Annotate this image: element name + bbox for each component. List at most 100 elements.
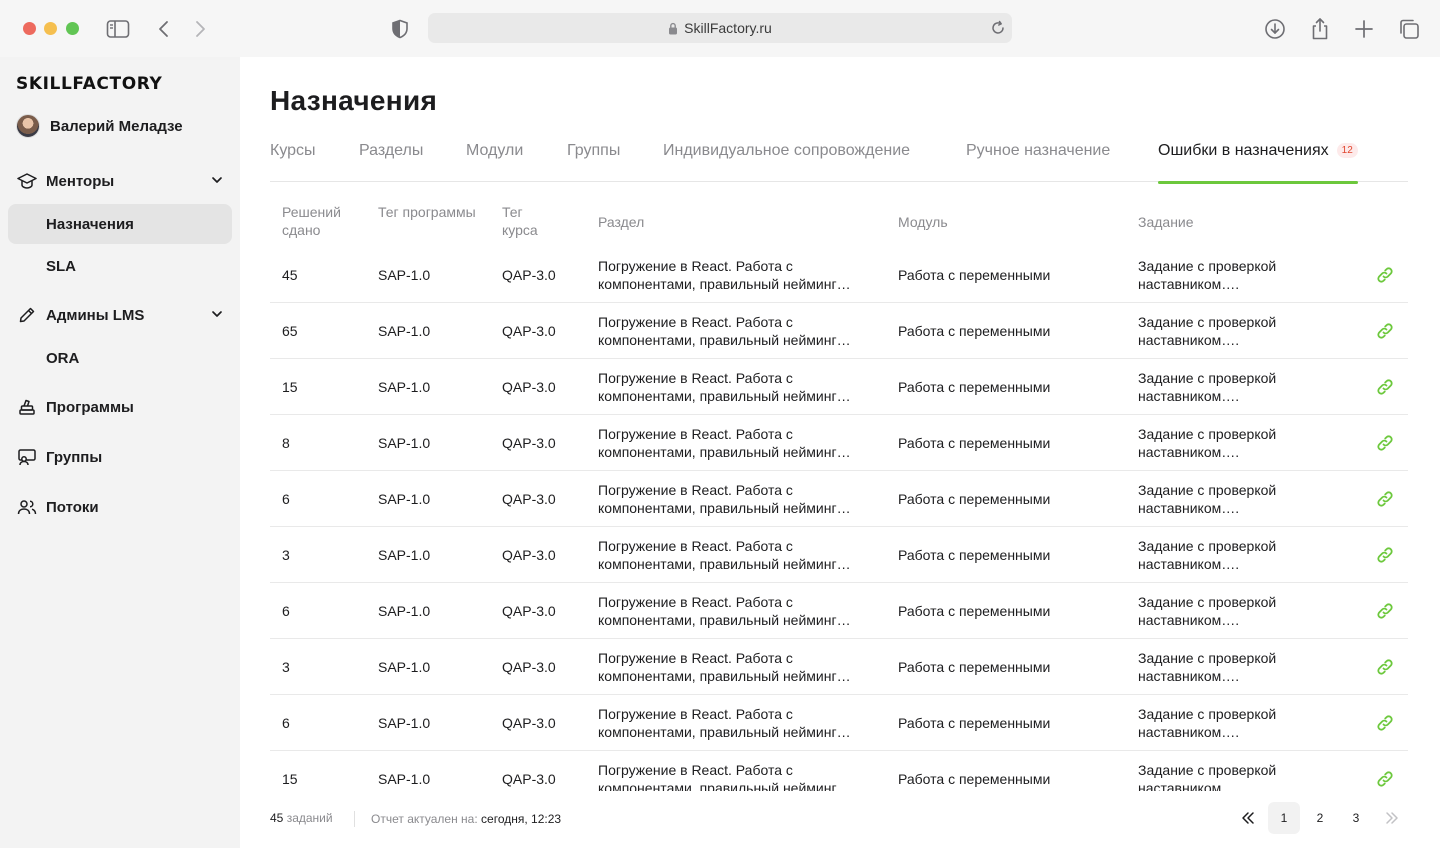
cell-section-text: Погружение в React. Работа с компонентам…: [598, 482, 851, 516]
cell-task: Задание с проверкой наставником….: [1138, 471, 1338, 527]
tab-bar: Курсы Разделы Модули Группы Индивидуальн…: [270, 132, 1408, 184]
sidebar-item-sla[interactable]: SLA: [8, 246, 232, 286]
tab-groups[interactable]: Группы: [567, 142, 620, 182]
cell-module-text: Работа с переменными: [898, 267, 1051, 283]
first-page-icon[interactable]: [1232, 802, 1264, 834]
table-body: 45 SAP-1.0 QAP-3.0 Погружение в React. Рабо…: [270, 247, 1408, 791]
link-icon[interactable]: [1374, 768, 1396, 790]
avatar: [16, 114, 40, 138]
link-icon[interactable]: [1374, 712, 1396, 734]
table-row[interactable]: 6 SAP-1.0 QAP-3.0 Погружение в React. Работ…: [270, 583, 1408, 639]
cell-section: Погружение в React. Работа с компонентам…: [598, 415, 880, 471]
tab-individual-support[interactable]: Индивидуальное сопровождение: [663, 142, 910, 182]
chevron-left-icon[interactable]: [151, 16, 177, 42]
reload-icon[interactable]: [990, 20, 1006, 36]
table-row[interactable]: 6 SAP-1.0 QAP-3.0 Погружение в React. Работ…: [270, 695, 1408, 751]
sidebar-icon[interactable]: [105, 16, 131, 42]
cell-course-tag: QAP-3.0: [502, 359, 582, 415]
sidebar-item-ora[interactable]: ORA: [8, 338, 232, 378]
address-bar[interactable]: SkillFactory.ru: [428, 13, 1012, 43]
download-icon[interactable]: [1262, 16, 1288, 42]
cell-module-text: Работа с переменными: [898, 771, 1051, 787]
logo[interactable]: SKILLFACTORY: [16, 74, 162, 94]
tab-manual-assignment[interactable]: Ручное назначение: [966, 142, 1110, 182]
column-header-module[interactable]: Модуль: [898, 213, 948, 231]
cell-program-tag-text: SAP-1.0: [378, 715, 431, 731]
cell-solved: 8: [282, 415, 362, 471]
sidebar-item-label: Группы: [46, 448, 103, 466]
cell-program-tag: SAP-1.0: [378, 639, 488, 695]
sidebar-item-streams[interactable]: Потоки: [8, 487, 232, 527]
table-row[interactable]: 6 SAP-1.0 QAP-3.0 Погружение в React. Работ…: [270, 471, 1408, 527]
cell-solved-text: 15: [282, 379, 298, 395]
cell-task: Задание с проверкой наставником….: [1138, 695, 1338, 751]
cell-module-text: Работа с переменными: [898, 379, 1051, 395]
window-close-button[interactable]: [23, 22, 36, 35]
window-minimize-button[interactable]: [44, 22, 57, 35]
cell-solved: 6: [282, 471, 362, 527]
last-page-icon[interactable]: [1376, 802, 1408, 834]
table-row[interactable]: 15 SAP-1.0 QAP-3.0 Погружение в React. Рабо…: [270, 751, 1408, 791]
table-row[interactable]: 3 SAP-1.0 QAP-3.0 Погружение в React. Работ…: [270, 527, 1408, 583]
table-row[interactable]: 8 SAP-1.0 QAP-3.0 Погружение в React. Работ…: [270, 415, 1408, 471]
sidebar-item-groups[interactable]: Группы: [8, 437, 232, 477]
chevron-down-icon[interactable]: [210, 307, 224, 321]
cell-course-tag: QAP-3.0: [502, 415, 582, 471]
plus-icon[interactable]: [1351, 16, 1377, 42]
chevron-down-icon[interactable]: [210, 173, 224, 187]
link-icon[interactable]: [1374, 656, 1396, 678]
cell-section-text: Погружение в React. Работа с компонентам…: [598, 426, 851, 460]
tab-assignment-errors[interactable]: Ошибки в назначениях 12: [1158, 142, 1358, 184]
cell-section: Погружение в React. Работа с компонентам…: [598, 247, 880, 303]
column-header-program-tag[interactable]: Тег программы: [378, 203, 478, 221]
link-icon[interactable]: [1374, 376, 1396, 398]
link-icon[interactable]: [1374, 432, 1396, 454]
table-header: Решений сдано Тег программы Тег курса Ра…: [270, 197, 1408, 247]
table-row[interactable]: 65 SAP-1.0 QAP-3.0 Погружение в React. Рабо…: [270, 303, 1408, 359]
page-button-1[interactable]: 1: [1268, 802, 1300, 834]
sidebar-item-mentors[interactable]: Менторы: [8, 161, 232, 201]
link-icon[interactable]: [1374, 600, 1396, 622]
cell-solved: 15: [282, 359, 362, 415]
cell-solved: 65: [282, 303, 362, 359]
chevron-right-icon[interactable]: [187, 16, 213, 42]
link-icon[interactable]: [1374, 320, 1396, 342]
cell-solved-text: 3: [282, 547, 290, 563]
sidebar-item-programs[interactable]: Программы: [8, 387, 232, 427]
window-zoom-button[interactable]: [66, 22, 79, 35]
column-header-task[interactable]: Задание: [1138, 213, 1194, 231]
column-header-course-tag[interactable]: Тег курса: [502, 203, 562, 239]
sidebar-item-assignments[interactable]: Назначения: [8, 204, 232, 244]
link-icon[interactable]: [1374, 488, 1396, 510]
cell-task-text: Задание с проверкой наставником….: [1138, 370, 1277, 404]
column-header-solved[interactable]: Решений сдано: [282, 203, 362, 239]
table-row[interactable]: 3 SAP-1.0 QAP-3.0 Погружение в React. Работ…: [270, 639, 1408, 695]
books-icon: [16, 396, 38, 418]
cell-module: Работа с переменными: [898, 247, 1118, 303]
user-profile[interactable]: Валерий Меладзе: [16, 114, 183, 138]
cell-task-text: Задание с проверкой наставником….: [1138, 594, 1277, 628]
report-time: сегодня, 12:23: [481, 812, 562, 826]
user-name: Валерий Меладзе: [50, 117, 183, 135]
tabs-icon[interactable]: [1396, 16, 1422, 42]
table-row[interactable]: 45 SAP-1.0 QAP-3.0 Погружение в React. Рабо…: [270, 247, 1408, 303]
shield-icon[interactable]: [387, 16, 413, 42]
page-button-2[interactable]: 2: [1304, 802, 1336, 834]
table-footer: 45 заданий Отчет актуален на: сегодня, 1…: [270, 801, 1408, 835]
cell-course-tag: QAP-3.0: [502, 695, 582, 751]
cell-solved: 3: [282, 639, 362, 695]
tab-courses[interactable]: Курсы: [270, 142, 316, 182]
column-header-section[interactable]: Раздел: [598, 213, 644, 231]
link-icon[interactable]: [1374, 264, 1396, 286]
sidebar-item-lms-admins[interactable]: Админы LMS: [8, 295, 232, 335]
share-icon[interactable]: [1307, 16, 1333, 42]
table-row[interactable]: 15 SAP-1.0 QAP-3.0 Погружение в React. Рабо…: [270, 359, 1408, 415]
page-button-3[interactable]: 3: [1340, 802, 1372, 834]
cell-solved: 3: [282, 527, 362, 583]
cell-section: Погружение в React. Работа с компонентам…: [598, 695, 880, 751]
tab-modules[interactable]: Модули: [466, 142, 523, 182]
cell-section-text: Погружение в React. Работа с компонентам…: [598, 762, 851, 791]
link-icon[interactable]: [1374, 544, 1396, 566]
cell-task: Задание с проверкой наставником….: [1138, 639, 1338, 695]
tab-sections[interactable]: Разделы: [359, 142, 423, 182]
